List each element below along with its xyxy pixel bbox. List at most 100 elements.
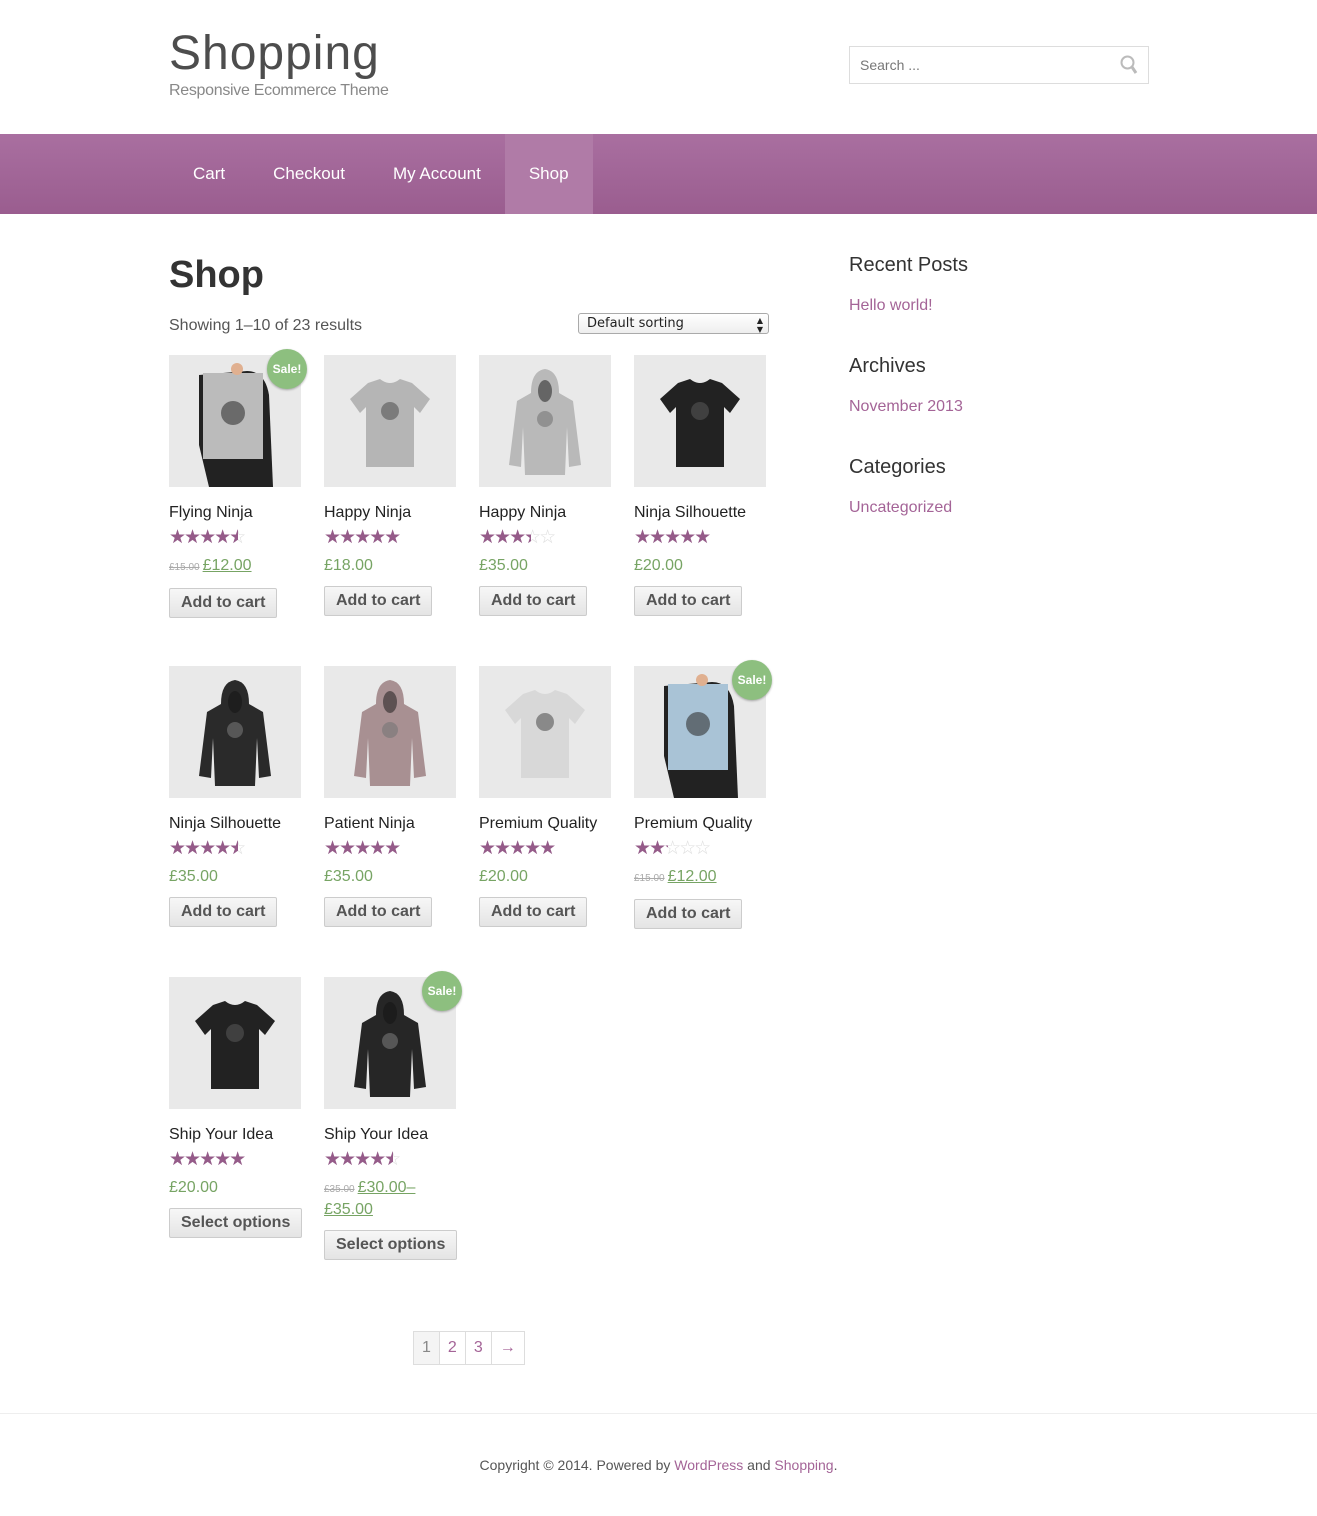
product-name[interactable]: Premium Quality [634, 815, 774, 833]
product-name[interactable]: Ship Your Idea [169, 1126, 309, 1144]
price: £20.00 [169, 1179, 218, 1196]
sorting-value: Default sorting [587, 316, 684, 331]
widget-link[interactable]: Hello world! [849, 297, 968, 315]
star-rating: ☆☆☆☆☆★★★★★ [324, 1149, 401, 1170]
select-options-button[interactable]: Select options [169, 1208, 303, 1238]
main-nav: Cart Checkout My Account Shop [0, 134, 1317, 214]
nav-item-checkout[interactable]: Checkout [249, 134, 369, 214]
site-tagline: Responsive Ecommerce Theme [169, 82, 389, 99]
product-name[interactable]: Ninja Silhouette [169, 815, 309, 833]
page-3[interactable]: 3 [464, 1332, 491, 1364]
product-price: £35.00 [169, 867, 309, 887]
star-rating: ☆☆☆☆☆★★★★★ [479, 527, 556, 548]
add-to-cart-button[interactable]: Add to cart [169, 897, 278, 927]
product-price: £35.00 [479, 556, 619, 576]
wordpress-link[interactable]: WordPress [674, 1457, 743, 1473]
price: £20.00 [634, 557, 683, 574]
product-image[interactable] [324, 355, 456, 487]
sorting-select[interactable]: Default sorting ▲ ▼ [578, 313, 769, 334]
product-card: Sale! Premium Quality ☆☆☆☆☆★★★★★ £15.00£12.… [634, 660, 774, 929]
price: £35.00 [479, 557, 528, 574]
star-rating: ☆☆☆☆☆★★★★★ [634, 527, 711, 548]
footer-text: Copyright © 2014. Powered by [479, 1457, 675, 1473]
footer-divider [0, 1413, 1317, 1414]
add-to-cart-button[interactable]: Add to cart [169, 588, 278, 618]
footer-text: . [833, 1457, 838, 1473]
product-card: Sale! Ship Your Idea ☆☆☆☆☆ ★★★★★ £35.00 £30.0… [324, 971, 464, 1260]
product-image[interactable]: Sale! [169, 349, 307, 487]
search-box[interactable] [849, 46, 1149, 84]
product-image[interactable] [479, 355, 611, 487]
product-price: £15.00 £12.00 [634, 867, 774, 889]
star-rating: ☆☆☆☆☆★★★★★ [169, 838, 246, 859]
price: £35.00 [169, 868, 218, 885]
price: £35.00 [324, 868, 373, 885]
sale-badge: Sale! [732, 660, 772, 700]
site-title[interactable]: Shopping [169, 26, 380, 81]
product-card: Sale! Flying Ninja ☆☆☆☆☆ ★★★★★ £15.00 £12.00 A… [169, 349, 309, 618]
product-name[interactable]: Ship Your Idea [324, 1126, 464, 1144]
product-name[interactable]: Premium Quality [479, 815, 619, 833]
sale-price: £12.00 [202, 557, 252, 574]
widget-link[interactable]: Uncategorized [849, 499, 968, 517]
product-price: £20.00 [169, 1178, 309, 1198]
star-rating: ☆☆☆☆☆★★★★★ [324, 527, 401, 548]
product-name[interactable]: Happy Ninja [324, 504, 464, 522]
page-1: 1 [414, 1332, 439, 1364]
star-rating: ☆☆☆☆☆★★★★★ [169, 1149, 246, 1170]
nav-item-shop[interactable]: Shop [504, 134, 593, 214]
product-image[interactable] [169, 977, 301, 1109]
product-image[interactable] [634, 355, 766, 487]
price: £18.00 [324, 557, 373, 574]
select-options-button[interactable]: Select options [324, 1230, 458, 1260]
widget-title: Recent Posts [849, 254, 968, 276]
old-price: £15.00 [169, 562, 200, 573]
widget-link[interactable]: November 2013 [849, 398, 968, 416]
widget-title: Archives [849, 355, 926, 377]
shopping-link[interactable]: Shopping [774, 1457, 833, 1473]
product-name[interactable]: Ninja Silhouette [634, 504, 774, 522]
product-image[interactable]: Sale! [634, 660, 772, 798]
select-arrows-icon: ▲ ▼ [756, 316, 763, 334]
product-name[interactable]: Flying Ninja [169, 504, 309, 522]
nav-item-cart[interactable]: Cart [169, 134, 249, 214]
product-card: Happy Ninja ☆☆☆☆☆★★★★★ £35.00 Add to cart [479, 355, 619, 616]
product-price: £20.00 [634, 556, 774, 576]
search-input[interactable] [860, 57, 1120, 73]
star-rating: ☆☆☆☆☆★★★★★ [634, 838, 711, 859]
sale-price: £12.00 [667, 868, 717, 885]
next-page-button[interactable]: → [490, 1332, 524, 1364]
product-card: Ship Your Idea ☆☆☆☆☆ ★★★★★ £20.00 Select opt… [169, 977, 309, 1238]
product-name[interactable]: Happy Ninja [479, 504, 619, 522]
star-rating: ☆☆☆☆☆★★★★★ [169, 527, 246, 548]
widget-title: Categories [849, 456, 946, 478]
product-price: £35.00 [324, 867, 464, 887]
product-image[interactable]: Sale! [324, 971, 462, 1109]
product-price: £18.00 [324, 556, 464, 576]
product-price: £35.00 £30.00– £35.00 [324, 1178, 464, 1220]
add-to-cart-button[interactable]: Add to cart [479, 586, 588, 616]
result-count: Showing 1–10 of 23 results [169, 317, 363, 334]
product-price: £20.00 [479, 867, 619, 887]
star-rating: ☆☆☆☆☆★★★★★ [479, 838, 556, 859]
sale-badge: Sale! [267, 349, 307, 389]
sale-badge: Sale! [422, 971, 462, 1011]
product-card: Ninja Silhouette ☆☆☆☆☆ ★★★★★ £20.00 Add to c… [634, 355, 774, 616]
add-to-cart-button[interactable]: Add to cart [324, 586, 433, 616]
add-to-cart-button[interactable]: Add to cart [324, 897, 433, 927]
product-image[interactable] [479, 666, 611, 798]
sale-price: £30.00– [357, 1179, 416, 1196]
add-to-cart-button[interactable]: Add to cart [634, 899, 743, 929]
star-rating: ☆☆☆☆☆★★★★★ [324, 838, 401, 859]
product-image[interactable] [324, 666, 456, 798]
old-price: £35.00 [324, 1184, 355, 1195]
product-card: Ninja Silhouette ☆☆☆☆☆ ★★★★★ £35.00 Add to c… [169, 666, 309, 927]
product-name[interactable]: Patient Ninja [324, 815, 464, 833]
add-to-cart-button[interactable]: Add to cart [634, 586, 743, 616]
footer: Copyright © 2014. Powered by WordPress a… [0, 1457, 1317, 1473]
search-icon[interactable] [1120, 55, 1138, 75]
product-image[interactable] [169, 666, 301, 798]
page-2[interactable]: 2 [438, 1332, 465, 1364]
add-to-cart-button[interactable]: Add to cart [479, 897, 588, 927]
nav-item-my-account[interactable]: My Account [369, 134, 505, 214]
